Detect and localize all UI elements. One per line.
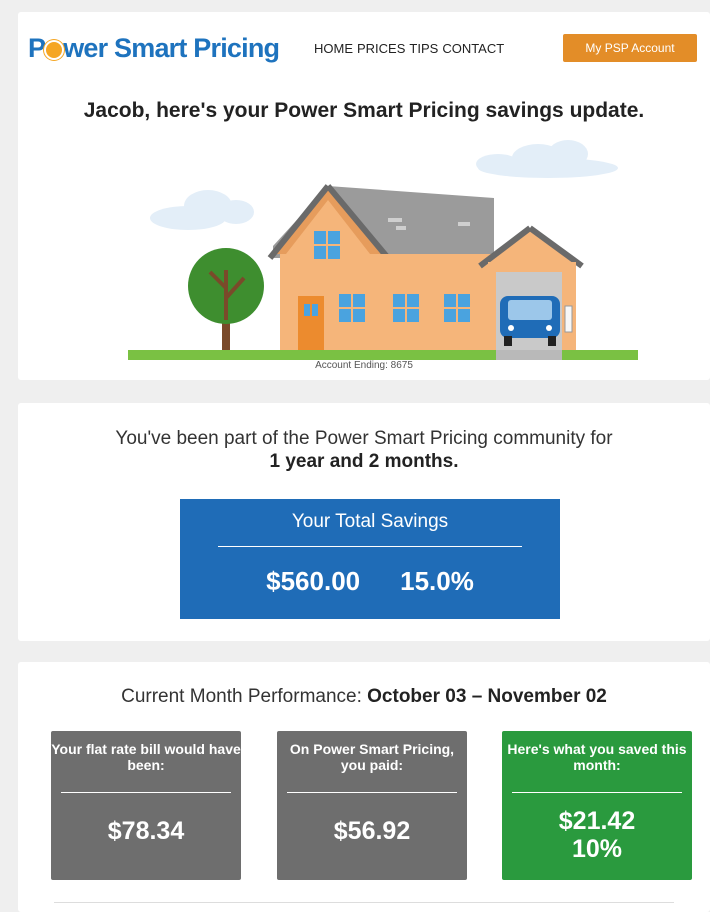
monthly-savings-amount: $21.42 xyxy=(558,807,636,835)
driveway xyxy=(496,350,562,360)
current-month-title: Current Month Performance: October 03 – … xyxy=(18,686,710,708)
monthly-savings-percent: 10% xyxy=(571,835,623,863)
flat-rate-bill-box: Your flat rate bill would have been: $78… xyxy=(51,731,241,880)
sun-icon xyxy=(46,41,63,58)
brand-logo[interactable]: Pwer Smart Pricing xyxy=(28,33,280,64)
nav-contact-link[interactable]: CONTACT xyxy=(442,41,504,56)
logo-prefix: P xyxy=(28,33,46,63)
header-card: Pwer Smart Pricing HOME PRICES TIPS CONT… xyxy=(18,12,710,380)
total-savings-percent: 15.0% xyxy=(400,566,474,596)
cloud-left-icon xyxy=(150,190,254,230)
flat-rate-value: $78.34 xyxy=(107,817,185,845)
membership-text: You've been part of the Power Smart Pric… xyxy=(18,427,710,473)
divider xyxy=(287,792,457,793)
monthly-savings-box: Here's what you saved this month: $21.42… xyxy=(502,731,692,880)
total-savings-card: You've been part of the Power Smart Pric… xyxy=(18,403,710,641)
house-illustration xyxy=(128,140,638,360)
main-nav: HOME PRICES TIPS CONTACT xyxy=(314,41,504,56)
nav-tips-link[interactable]: TIPS xyxy=(409,41,438,56)
monthly-savings-label: Here's what you saved this month: xyxy=(507,741,687,773)
monthly-savings-value: $21.42 10% xyxy=(502,807,692,863)
nav-prices-link[interactable]: PRICES xyxy=(357,41,405,56)
membership-intro: You've been part of the Power Smart Pric… xyxy=(115,428,613,449)
section-divider xyxy=(54,902,674,903)
nav-home-link[interactable]: HOME xyxy=(314,41,353,56)
psp-paid-label: On Power Smart Pricing, you paid: xyxy=(289,741,455,773)
current-month-label: Current Month Performance: xyxy=(121,686,362,707)
divider xyxy=(512,792,682,793)
total-savings-box: Your Total Savings $560.00 15.0% xyxy=(180,499,560,619)
door xyxy=(298,296,324,350)
divider xyxy=(61,792,231,793)
page-headline: Jacob, here's your Power Smart Pricing s… xyxy=(83,99,645,122)
psp-paid-value: $56.92 xyxy=(333,817,411,845)
current-month-range: October 03 – November 02 xyxy=(367,686,607,707)
current-month-card: Current Month Performance: October 03 – … xyxy=(18,662,710,912)
account-ending: Account Ending: 8675 xyxy=(315,360,413,371)
membership-duration: 1 year and 2 months. xyxy=(269,451,459,472)
flat-rate-label: Your flat rate bill would have been: xyxy=(51,741,241,773)
total-savings-values: $560.00 15.0% xyxy=(180,566,560,597)
ev-charger-icon xyxy=(564,305,573,333)
my-account-button[interactable]: My PSP Account xyxy=(563,34,697,62)
psp-paid-box: On Power Smart Pricing, you paid: $56.92 xyxy=(277,731,467,880)
cloud-right-icon xyxy=(476,140,618,178)
total-savings-title: Your Total Savings xyxy=(291,511,449,532)
logo-text: wer Smart Pricing xyxy=(63,33,280,63)
total-savings-amount: $560.00 xyxy=(266,566,361,596)
divider xyxy=(218,546,522,547)
